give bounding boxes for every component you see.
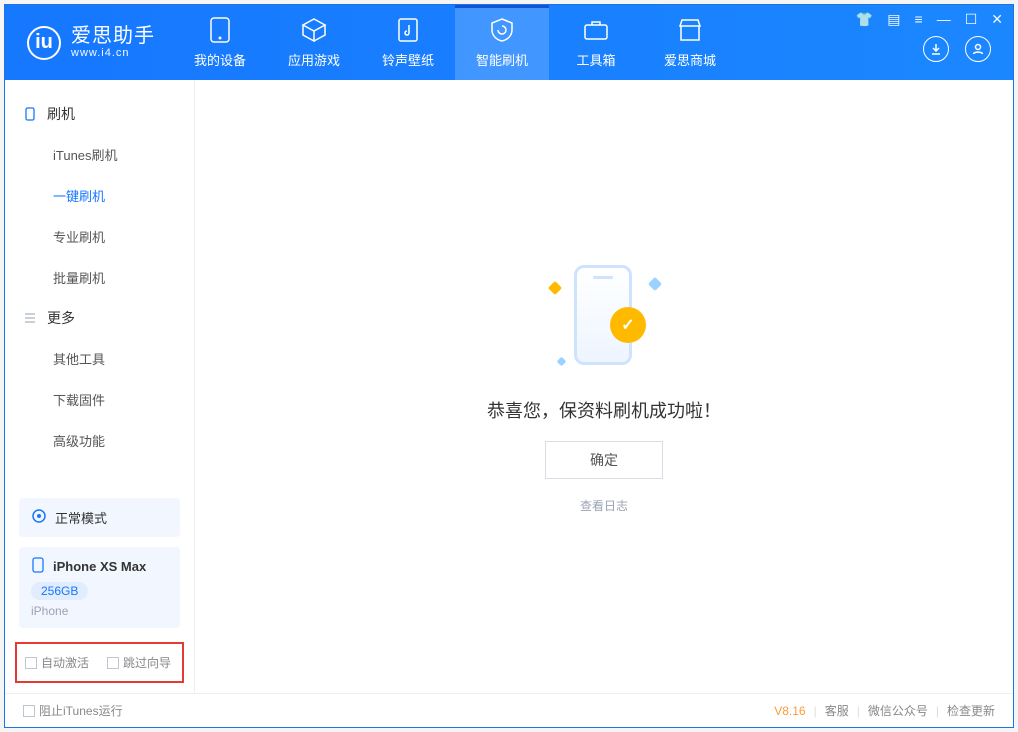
sidebar-group-more: 更多	[5, 298, 194, 338]
mode-label: 正常模式	[55, 508, 107, 527]
store-icon	[676, 16, 704, 44]
view-log-link[interactable]: 查看日志	[580, 497, 628, 514]
list-icon	[23, 311, 37, 325]
tab-label: 应用游戏	[288, 50, 340, 69]
wechat-link[interactable]: 微信公众号	[868, 702, 928, 719]
tab-my-device[interactable]: 我的设备	[173, 5, 267, 80]
sidebar: 刷机 iTunes刷机 一键刷机 专业刷机 批量刷机 更多 其他工具 下载固件 …	[5, 80, 195, 693]
tab-ringtone-wallpaper[interactable]: 铃声壁纸	[361, 5, 455, 80]
status-bar: 阻止iTunes运行 V8.16 | 客服 | 微信公众号 | 检查更新	[5, 693, 1013, 727]
device-icon	[23, 107, 37, 121]
main-content: ✓ 恭喜您，保资料刷机成功啦！ 确定 查看日志	[195, 80, 1013, 693]
mode-icon	[31, 508, 47, 527]
checkbox-auto-activate[interactable]: 自动激活	[25, 654, 89, 671]
sidebar-item-advanced[interactable]: 高级功能	[5, 420, 194, 461]
user-controls	[923, 36, 991, 62]
titlebar: iu 爱思助手 www.i4.cn 我的设备 应用游戏 铃声壁纸 智能刷机	[5, 5, 1013, 80]
device-cards: 正常模式 iPhone XS Max 256GB iPhone	[5, 488, 194, 642]
sidebar-item-download-firmware[interactable]: 下载固件	[5, 379, 194, 420]
success-illustration: ✓	[544, 259, 664, 379]
briefcase-icon	[582, 16, 610, 44]
sidebar-item-itunes-flash[interactable]: iTunes刷机	[5, 134, 194, 175]
shirt-icon[interactable]: 👕	[856, 11, 873, 28]
flash-options-highlight: 自动激活 跳过向导	[15, 642, 184, 683]
brand-url: www.i4.cn	[71, 47, 155, 59]
check-badge-icon: ✓	[610, 307, 646, 343]
ok-button[interactable]: 确定	[545, 441, 663, 479]
tab-label: 铃声壁纸	[382, 50, 434, 69]
device-type: iPhone	[31, 604, 168, 618]
menu-icon[interactable]: ≡	[915, 11, 923, 28]
check-update-link[interactable]: 检查更新	[947, 702, 995, 719]
tab-label: 智能刷机	[476, 50, 528, 69]
mode-card[interactable]: 正常模式	[19, 498, 180, 537]
sidebar-item-oneclick-flash[interactable]: 一键刷机	[5, 175, 194, 216]
shield-refresh-icon	[488, 16, 516, 44]
device-name: iPhone XS Max	[53, 559, 146, 574]
window-controls: 👕 ▤ ≡ — ☐ ✕	[856, 11, 1003, 28]
brand: iu 爱思助手 www.i4.cn	[5, 25, 173, 59]
maximize-button[interactable]: ☐	[965, 11, 978, 28]
close-button[interactable]: ✕	[991, 11, 1003, 28]
tab-toolbox[interactable]: 工具箱	[549, 5, 643, 80]
device-card[interactable]: iPhone XS Max 256GB iPhone	[19, 547, 180, 628]
brand-logo-icon: iu	[27, 26, 61, 60]
checkbox-skip-guide[interactable]: 跳过向导	[107, 654, 171, 671]
minimize-button[interactable]: —	[937, 11, 951, 28]
sidebar-item-pro-flash[interactable]: 专业刷机	[5, 216, 194, 257]
support-link[interactable]: 客服	[825, 702, 849, 719]
music-file-icon	[394, 16, 422, 44]
sidebar-group-flash: 刷机	[5, 94, 194, 134]
top-nav: 我的设备 应用游戏 铃声壁纸 智能刷机 工具箱 爱思商城	[173, 5, 737, 80]
sidebar-item-other-tools[interactable]: 其他工具	[5, 338, 194, 379]
app-window: iu 爱思助手 www.i4.cn 我的设备 应用游戏 铃声壁纸 智能刷机	[4, 4, 1014, 728]
tab-store[interactable]: 爱思商城	[643, 5, 737, 80]
tab-label: 工具箱	[576, 50, 615, 69]
version-label: V8.16	[774, 704, 805, 718]
clipboard-icon[interactable]: ▤	[887, 11, 900, 28]
sidebar-item-batch-flash[interactable]: 批量刷机	[5, 257, 194, 298]
user-button[interactable]	[965, 36, 991, 62]
checkbox-block-itunes[interactable]: 阻止iTunes运行	[23, 702, 123, 719]
phone-icon	[206, 16, 234, 44]
tab-smart-flash[interactable]: 智能刷机	[455, 5, 549, 80]
tab-label: 爱思商城	[664, 50, 716, 69]
brand-title: 爱思助手	[71, 25, 155, 47]
body: 刷机 iTunes刷机 一键刷机 专业刷机 批量刷机 更多 其他工具 下载固件 …	[5, 80, 1013, 693]
tab-app-games[interactable]: 应用游戏	[267, 5, 361, 80]
capacity-badge: 256GB	[31, 582, 88, 600]
cube-icon	[300, 16, 328, 44]
success-message: 恭喜您，保资料刷机成功啦！	[487, 397, 721, 423]
phone-small-icon	[31, 557, 45, 576]
download-button[interactable]	[923, 36, 949, 62]
tab-label: 我的设备	[194, 50, 246, 69]
